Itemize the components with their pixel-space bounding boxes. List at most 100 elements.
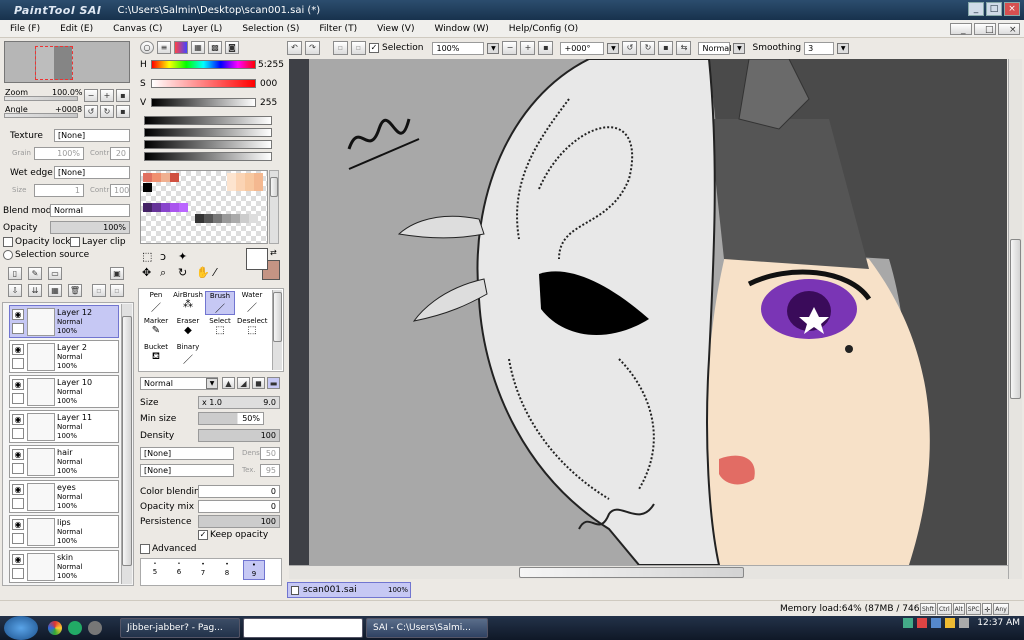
deselect-button[interactable]: ▫ xyxy=(333,41,348,55)
binary-tool[interactable]: Binary ／ xyxy=(173,343,203,367)
layer-lock-icon[interactable] xyxy=(12,358,24,369)
tray-icon[interactable] xyxy=(903,618,914,628)
canvas-zoom-out-button[interactable]: − xyxy=(502,41,518,55)
menu-edit[interactable]: Edit (E) xyxy=(50,24,103,34)
invert-selection-button[interactable]: ▫ xyxy=(351,41,366,55)
airbrush-tool[interactable]: AirBrush ⁂ xyxy=(173,291,203,315)
saturation-slider[interactable] xyxy=(151,79,256,88)
canvas-zoom-select[interactable]: 100% xyxy=(432,41,485,55)
tex-field[interactable]: 95 xyxy=(260,464,280,477)
taskbar-sai-task[interactable]: SAI - C:\Users\Salmi... xyxy=(366,618,488,638)
transfer-down-icon[interactable]: ⇩ xyxy=(8,284,22,297)
size-preset-selected[interactable]: • 9 xyxy=(243,560,265,580)
layer-row[interactable]: ◉ hair Normal 100% xyxy=(9,445,119,478)
swatch-scrollbar[interactable] xyxy=(269,170,279,244)
zoom-reset-button[interactable]: ▪ xyxy=(116,89,130,102)
density-slider[interactable]: 100 xyxy=(198,429,280,442)
flip-canvas-button[interactable]: ⇆ xyxy=(676,41,692,55)
hand-tool-icon[interactable]: ✋ xyxy=(196,266,210,279)
menu-help[interactable]: Help/Config (O) xyxy=(499,24,588,34)
redo-button[interactable]: ↷ xyxy=(305,41,320,55)
stabilizer-mode-select[interactable]: Normal xyxy=(698,41,731,55)
visibility-eye-icon[interactable]: ◉ xyxy=(12,414,24,425)
swap-colors-icon[interactable]: ⇄ xyxy=(270,248,277,257)
close-button[interactable]: × xyxy=(1004,2,1020,16)
deselect-tool[interactable]: Deselect ⬚ xyxy=(237,317,268,341)
brush-texture-select[interactable]: [None] xyxy=(140,464,234,477)
move-icon[interactable]: ✥ xyxy=(142,266,151,279)
opacity-mix-slider[interactable]: 0 xyxy=(198,500,280,513)
edge-flat-icon[interactable]: ▬ xyxy=(267,377,280,389)
canvas-zoom-in-button[interactable]: + xyxy=(520,41,536,55)
delete-layer-icon[interactable]: 🗑 xyxy=(68,284,82,297)
layer-lock-icon[interactable] xyxy=(12,463,24,474)
eyedropper-icon[interactable]: ⁄ xyxy=(214,266,216,279)
navigator-preview[interactable] xyxy=(4,41,130,83)
layer-row[interactable]: ◉ eyes Normal 100% xyxy=(9,480,119,513)
visibility-eye-icon[interactable]: ◉ xyxy=(12,449,24,460)
rotate-right-button[interactable]: ↻ xyxy=(100,105,114,118)
maximize-button[interactable]: □ xyxy=(986,2,1002,16)
layer-row[interactable]: ◉ Layer 12 Normal 100% xyxy=(9,305,119,338)
contr-field[interactable]: 20 xyxy=(110,147,130,160)
mdi-close-button[interactable]: × xyxy=(998,23,1020,35)
volume-icon[interactable] xyxy=(959,618,970,628)
layer-lock-icon[interactable] xyxy=(12,533,24,544)
layer-row[interactable]: ◉ lips Normal 100% xyxy=(9,515,119,548)
zoom-in-button[interactable]: + xyxy=(100,89,114,102)
clear-layer-icon[interactable]: ▦ xyxy=(48,284,62,297)
quicklaunch-icon[interactable] xyxy=(68,621,82,635)
menu-selection[interactable]: Selection (S) xyxy=(232,24,309,34)
layer-extra2-icon[interactable]: ▫ xyxy=(110,284,124,297)
start-button[interactable] xyxy=(4,616,38,640)
color-wheel-icon[interactable]: ○ xyxy=(140,41,154,54)
edge-hard-icon[interactable]: ▲ xyxy=(222,377,235,389)
swatches-icon[interactable]: ▩ xyxy=(208,41,222,54)
visibility-eye-icon[interactable]: ◉ xyxy=(12,519,24,530)
quicklaunch2-icon[interactable] xyxy=(88,621,102,635)
layer-pen-icon[interactable] xyxy=(12,323,24,334)
tray-icon[interactable] xyxy=(945,618,956,628)
zoom-slider[interactable] xyxy=(4,96,78,101)
color-blending-slider[interactable]: 0 xyxy=(198,485,280,498)
hue-slider[interactable] xyxy=(151,60,256,69)
brush-shape-select[interactable]: [None] xyxy=(140,447,234,460)
stabilizer-mode-dropdown-icon[interactable]: ▼ xyxy=(733,42,746,54)
new-folder-icon[interactable]: ▭ xyxy=(48,267,62,280)
brush-mode-dropdown-icon[interactable]: ▼ xyxy=(206,378,218,389)
zoom-tool-icon[interactable]: ⌕ xyxy=(160,266,166,280)
marker-tool[interactable]: Marker ✎ xyxy=(141,317,171,341)
opacity-lock-checkbox[interactable] xyxy=(3,237,13,247)
canvas-rotate-select[interactable]: +000° xyxy=(560,41,605,55)
edge-soft-icon[interactable]: ◼ xyxy=(252,377,265,389)
edge-contr-field[interactable]: 100 xyxy=(110,184,130,197)
new-layer-icon[interactable]: ▯ xyxy=(8,267,22,280)
brush-tools-scrollbar[interactable] xyxy=(272,290,282,370)
canvas-rotate-right-button[interactable]: ↻ xyxy=(640,41,656,55)
size-preset[interactable]: • 7 xyxy=(193,561,213,578)
zoom-out-button[interactable]: − xyxy=(84,89,98,102)
visibility-eye-icon[interactable]: ◉ xyxy=(12,379,24,390)
menu-file[interactable]: File (F) xyxy=(0,24,50,34)
taskbar-browser-task[interactable]: Jibber-jabber? - Pag... xyxy=(120,618,240,638)
lasso-icon[interactable]: ↄ xyxy=(160,250,166,263)
menu-window[interactable]: Window (W) xyxy=(424,24,498,34)
brush-size-slider[interactable]: x 1.0 9.0 xyxy=(198,396,280,409)
new-linework-layer-icon[interactable]: ✎ xyxy=(28,267,42,280)
selection-source-checkbox[interactable] xyxy=(3,250,13,260)
color-mixing-bars[interactable] xyxy=(144,116,272,164)
rect-select-icon[interactable]: ⬚ xyxy=(142,250,152,263)
smoothing-dropdown-icon[interactable]: ▼ xyxy=(837,42,850,54)
rotate-left-button[interactable]: ↺ xyxy=(84,105,98,118)
advanced-checkbox[interactable] xyxy=(140,544,150,554)
layer-lock-icon[interactable] xyxy=(12,428,24,439)
mdi-minimize-button[interactable]: _ xyxy=(950,23,972,35)
edge-medium-icon[interactable]: ◢ xyxy=(237,377,250,389)
merge-down-icon[interactable]: ⇊ xyxy=(28,284,42,297)
bucket-tool[interactable]: Bucket ⛾ xyxy=(141,343,171,367)
canvas-rotate-reset-button[interactable]: ▪ xyxy=(658,41,674,55)
canvas-rotate-dropdown-icon[interactable]: ▼ xyxy=(607,42,620,54)
size-preset[interactable]: • 6 xyxy=(169,561,189,577)
edge-size-field[interactable]: 1 xyxy=(34,184,84,197)
taskbar-blank-task[interactable] xyxy=(243,618,363,638)
